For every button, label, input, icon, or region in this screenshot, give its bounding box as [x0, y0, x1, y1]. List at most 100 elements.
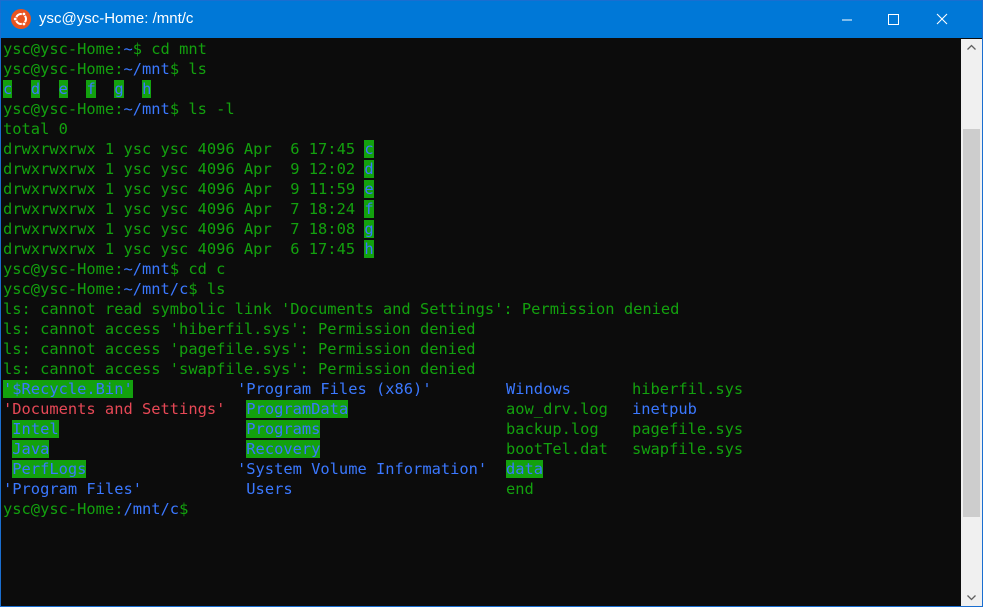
listing-entry: pagefile.sys: [632, 419, 743, 439]
listing-entry: 'Program Files': [3, 479, 142, 499]
text-segment: swapfile.sys: [632, 440, 744, 458]
terminal-line: ls: cannot access 'swapfile.sys': Permis…: [3, 359, 476, 379]
terminal-line: drwxrwxrwx 1 ysc ysc 4096 Apr 7 18:08 g: [3, 219, 374, 239]
text-segment: ~/mnt: [123, 60, 170, 78]
highlighted-entry: PerfLogs: [12, 460, 87, 478]
listing-entry: PerfLogs: [3, 459, 87, 479]
terminal-line: ls: cannot access 'hiberfil.sys': Permis…: [3, 319, 476, 339]
highlighted-entry: d: [364, 160, 374, 178]
text-segment: 'Program Files (x86)': [237, 380, 432, 398]
text-segment: pagefile.sys: [632, 420, 744, 438]
text-segment: [96, 80, 115, 98]
terminal-line: drwxrwxrwx 1 ysc ysc 4096 Apr 6 17:45 c: [3, 139, 374, 159]
text-segment: ysc@ysc-Home:: [3, 40, 124, 58]
listing-entry: 'Documents and Settings': [3, 399, 225, 419]
listing-entry: Intel: [3, 419, 59, 439]
highlighted-entry: Recovery: [246, 440, 321, 458]
highlighted-entry: '$Recycle.Bin': [3, 380, 133, 398]
text-segment: [12, 80, 31, 98]
text-segment: drwxrwxrwx 1 ysc ysc 4096 Apr 6 17:45: [3, 240, 365, 258]
text-segment: ysc@ysc-Home:: [3, 500, 124, 518]
terminal-window: ysc@ysc-Home: /mnt/c ysc@ysc-Home:~$ cd …: [0, 0, 983, 607]
terminal-line: drwxrwxrwx 1 ysc ysc 4096 Apr 9 12:02 d: [3, 159, 374, 179]
highlighted-entry: e: [58, 80, 68, 98]
close-icon: [936, 13, 948, 25]
vertical-scrollbar[interactable]: [961, 39, 982, 606]
text-segment: drwxrwxrwx 1 ysc ysc 4096 Apr 9 12:02: [3, 160, 365, 178]
scroll-up-button[interactable]: [961, 39, 982, 56]
highlighted-entry: g: [364, 220, 374, 238]
text-segment: 'System Volume Information': [237, 460, 488, 478]
text-segment: $ ls -l: [169, 100, 235, 118]
listing-entry: inetpub: [632, 399, 697, 419]
highlighted-entry: h: [142, 80, 152, 98]
maximize-button[interactable]: [870, 1, 916, 38]
command-prompt[interactable]: ysc@ysc-Home:/mnt/c$: [3, 499, 188, 519]
listing-entry: 'System Volume Information': [237, 459, 487, 479]
terminal-line: ysc@ysc-Home:~/mnt$ ls: [3, 59, 207, 79]
highlighted-entry: g: [114, 80, 124, 98]
highlighted-entry: f: [364, 200, 374, 218]
text-segment: ~: [123, 40, 133, 58]
window-title: ysc@ysc-Home: /mnt/c: [39, 10, 194, 27]
text-segment: total 0: [3, 120, 68, 138]
ubuntu-icon[interactable]: [11, 9, 31, 29]
text-segment: ls: cannot access 'pagefile.sys': Permis…: [3, 340, 476, 358]
highlighted-entry: e: [364, 180, 374, 198]
minimize-icon: [842, 19, 852, 21]
text-segment: backup.log: [506, 420, 599, 438]
highlighted-entry: data: [506, 460, 544, 478]
text-segment: bootTel.dat: [506, 440, 608, 458]
maximize-icon: [888, 14, 899, 25]
highlighted-entry: c: [3, 80, 13, 98]
text-segment: ls: cannot read symbolic link 'Documents…: [3, 300, 680, 318]
terminal-line: ysc@ysc-Home:~/mnt$ ls -l: [3, 99, 235, 119]
title-bar[interactable]: ysc@ysc-Home: /mnt/c: [1, 1, 982, 38]
text-segment: ~/mnt: [123, 100, 170, 118]
text-segment: ysc@ysc-Home:: [3, 100, 124, 118]
text-segment: 'Program Files': [3, 480, 142, 498]
close-button[interactable]: [919, 1, 965, 38]
terminal-line: drwxrwxrwx 1 ysc ysc 4096 Apr 6 17:45 h: [3, 239, 374, 259]
terminal-line: ls: cannot access 'pagefile.sys': Permis…: [3, 339, 476, 359]
text-segment: end: [506, 480, 534, 498]
highlighted-entry: ProgramData: [246, 400, 349, 418]
text-segment: $: [179, 500, 189, 518]
terminal-line: drwxrwxrwx 1 ysc ysc 4096 Apr 7 18:24 f: [3, 199, 374, 219]
text-segment: aow_drv.log: [506, 400, 608, 418]
terminal-output[interactable]: ysc@ysc-Home:~$ cd mnt ysc@ysc-Home:~/mnt…: [3, 39, 961, 606]
listing-entry: aow_drv.log: [506, 399, 608, 419]
scrollbar-thumb[interactable]: [963, 129, 980, 517]
highlighted-entry: Java: [12, 440, 50, 458]
text-segment: drwxrwxrwx 1 ysc ysc 4096 Apr 6 17:45: [3, 140, 365, 158]
text-segment: hiberfil.sys: [632, 380, 744, 398]
listing-entry: data: [506, 459, 544, 479]
text-segment: ysc@ysc-Home:: [3, 260, 124, 278]
listing-entry: 'Program Files (x86)': [237, 379, 432, 399]
chevron-up-icon: [967, 44, 976, 50]
text-segment: Users: [246, 480, 293, 498]
text-segment: ls: cannot access 'swapfile.sys': Permis…: [3, 360, 476, 378]
highlighted-entry: c: [364, 140, 374, 158]
listing-entry: hiberfil.sys: [632, 379, 743, 399]
text-segment: [3, 440, 12, 458]
text-segment: [237, 440, 246, 458]
text-segment: $ cd c: [169, 260, 226, 278]
highlighted-entry: h: [364, 240, 374, 258]
terminal-line: ysc@ysc-Home:~/mnt$ cd c: [3, 259, 225, 279]
minimize-button[interactable]: [824, 1, 870, 38]
terminal-line: drwxrwxrwx 1 ysc ysc 4096 Apr 9 11:59 e: [3, 179, 374, 199]
text-segment: [237, 400, 246, 418]
text-segment: ls: cannot access 'hiberfil.sys': Permis…: [3, 320, 476, 338]
scroll-down-button[interactable]: [961, 589, 982, 606]
listing-entry: '$Recycle.Bin': [3, 379, 133, 399]
text-segment: inetpub: [632, 400, 697, 418]
text-segment: [3, 420, 12, 438]
text-segment: [237, 480, 246, 498]
listing-entry: Users: [237, 479, 293, 499]
text-segment: [237, 420, 246, 438]
text-segment: 'Documents and Settings': [3, 400, 226, 418]
highlighted-entry: f: [86, 80, 96, 98]
listing-entry: Recovery: [237, 439, 321, 459]
text-segment: drwxrwxrwx 1 ysc ysc 4096 Apr 7 18:08: [3, 220, 365, 238]
